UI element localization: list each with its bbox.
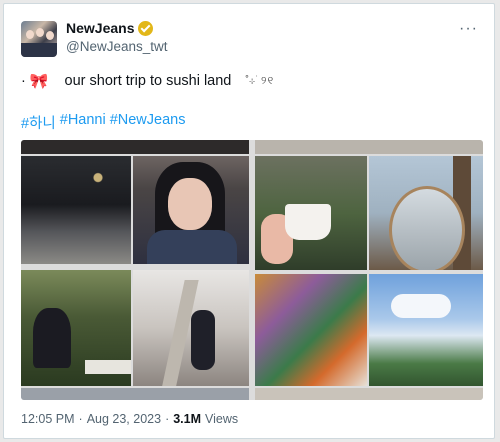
user-handle[interactable]: @NewJeans_twt — [66, 39, 168, 54]
photo-strip-bottom — [21, 388, 249, 400]
photo-strip-top — [255, 140, 483, 154]
photo-detail — [285, 204, 331, 240]
views-count: 3.1M — [173, 412, 202, 426]
avatar-face — [26, 30, 34, 39]
photo-detail — [147, 230, 237, 264]
tweet-decoration: ˚⊹ ࣪ ୨୧ — [245, 74, 275, 87]
views-label: Views — [205, 412, 239, 426]
media-right-image[interactable] — [255, 140, 483, 400]
verified-badge-icon — [138, 20, 154, 36]
night-street-photo — [21, 156, 131, 264]
photo-strip-bottom — [255, 388, 483, 400]
author-name-row: NewJeans — [66, 20, 154, 36]
photo-detail — [389, 186, 465, 270]
prefix-dot: · — [21, 73, 26, 89]
tweet-time[interactable]: 12:05 PM — [21, 412, 75, 426]
tweet-date[interactable]: Aug 23, 2023 — [87, 412, 161, 426]
tweet-meta: 12:05 PM · Aug 23, 2023 · 3.1M Views — [21, 412, 238, 426]
ice-cream-cup-photo — [255, 156, 367, 270]
hashtag-link[interactable]: #NewJeans — [110, 112, 186, 133]
meta-separator: · — [78, 412, 83, 426]
media-grid — [21, 140, 483, 400]
avatar-face — [36, 28, 44, 37]
media-left-image[interactable] — [21, 140, 249, 400]
avatar-figure-bodies — [21, 43, 57, 57]
city-sky-photo — [369, 274, 483, 386]
avatar-face — [46, 31, 54, 40]
photo-detail — [85, 360, 131, 374]
mirror-tree-photo — [369, 156, 483, 270]
tweet-card: NewJeans @NewJeans_twt ··· · 🎀 our short… — [3, 3, 495, 439]
profile-avatar[interactable] — [21, 21, 57, 57]
photo-strip-top — [21, 140, 249, 154]
stairs-photo — [133, 270, 249, 386]
park-photo — [21, 270, 131, 386]
bow-emoji-icon: 🎀 — [29, 73, 49, 90]
hashtag-link[interactable]: #Hanni — [60, 112, 106, 133]
display-name[interactable]: NewJeans — [66, 20, 134, 36]
photo-detail — [391, 294, 451, 318]
hashtag-link[interactable]: #하니 — [21, 112, 56, 133]
photo-detail — [33, 308, 71, 368]
tweet-text: · 🎀 our short trip to sushi land ˚⊹ ࣪ ୨୧ — [21, 72, 274, 90]
meta-separator: · — [165, 412, 170, 426]
tweet-body: our short trip to sushi land — [64, 73, 232, 89]
hashtag-list: #하니 #Hanni #NewJeans — [21, 112, 185, 133]
photo-detail — [191, 310, 215, 370]
paint-palette-photo — [255, 274, 367, 386]
photo-detail — [168, 178, 212, 230]
selfie-photo — [133, 156, 249, 264]
more-options-icon[interactable]: ··· — [459, 21, 478, 37]
